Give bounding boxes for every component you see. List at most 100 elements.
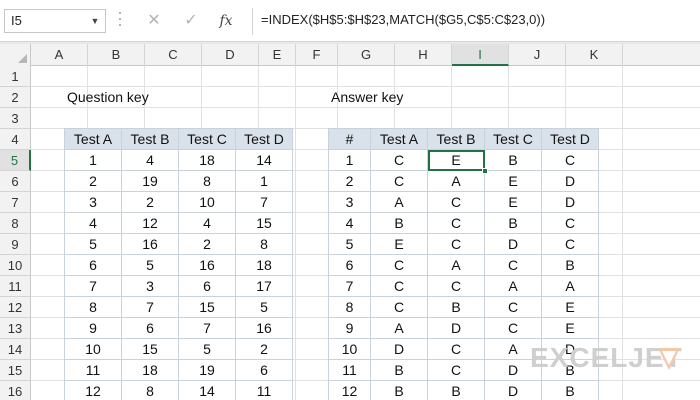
answer-key-cell[interactable]: D	[541, 170, 599, 192]
question-key-cell[interactable]: 2	[64, 170, 122, 192]
answer-key-number-cell[interactable]: 6	[328, 254, 371, 276]
column-header-j[interactable]: J	[509, 44, 566, 66]
question-key-cell[interactable]: 11	[64, 359, 122, 381]
answer-key-cell[interactable]: D	[484, 233, 542, 255]
answer-key-cell[interactable]: C	[484, 254, 542, 276]
question-key-cell[interactable]: 6	[178, 275, 236, 297]
question-key-cell[interactable]: 7	[64, 275, 122, 297]
column-header-f[interactable]: F	[296, 44, 338, 66]
fill-handle[interactable]	[482, 168, 488, 174]
answer-key-number-cell[interactable]: 5	[328, 233, 371, 255]
answer-key-cell[interactable]: B	[541, 254, 599, 276]
row-header-11[interactable]: 11	[0, 276, 31, 297]
row-header-3[interactable]: 3	[0, 108, 31, 129]
question-key-cell[interactable]: 12	[64, 380, 122, 400]
question-key-cell[interactable]: 6	[64, 254, 122, 276]
answer-key-cell[interactable]: C	[427, 275, 485, 297]
question-key-cell[interactable]: 8	[235, 233, 293, 255]
answer-key-cell[interactable]: B	[370, 359, 428, 381]
column-header-b[interactable]: B	[88, 44, 145, 66]
answer-key-cell[interactable]: C	[370, 149, 428, 171]
row-header-9[interactable]: 9	[0, 234, 31, 255]
answer-key-number-cell[interactable]: 9	[328, 317, 371, 339]
row-header-5[interactable]: 5	[0, 150, 31, 171]
question-key-header[interactable]: Test D	[235, 128, 293, 150]
answer-key-cell[interactable]: E	[370, 233, 428, 255]
answer-key-number-cell[interactable]: 1	[328, 149, 371, 171]
answer-key-number-cell[interactable]: 4	[328, 212, 371, 234]
answer-key-number-cell[interactable]: 3	[328, 191, 371, 213]
question-key-cell[interactable]: 12	[121, 212, 179, 234]
question-key-cell[interactable]: 10	[178, 191, 236, 213]
answer-key-cell[interactable]: C	[427, 359, 485, 381]
row-header-16[interactable]: 16	[0, 381, 31, 400]
question-key-header[interactable]: Test B	[121, 128, 179, 150]
question-key-cell[interactable]: 19	[121, 170, 179, 192]
row-header-15[interactable]: 15	[0, 360, 31, 381]
question-key-cell[interactable]: 19	[178, 359, 236, 381]
question-key-cell[interactable]: 16	[121, 233, 179, 255]
answer-key-cell[interactable]: A	[427, 254, 485, 276]
formula-input[interactable]: =INDEX($H$5:$H$23,MATCH($G5,C$5:C$23,0))	[252, 8, 700, 35]
question-key-cell[interactable]: 1	[64, 149, 122, 171]
column-header-d[interactable]: D	[202, 44, 259, 66]
row-header-1[interactable]: 1	[0, 66, 31, 87]
answer-key-cell[interactable]: C	[370, 170, 428, 192]
answer-key-cell[interactable]: C	[370, 296, 428, 318]
question-key-cell[interactable]: 18	[121, 359, 179, 381]
answer-key-cell[interactable]: C	[484, 296, 542, 318]
answer-key-cell[interactable]: C	[541, 212, 599, 234]
question-key-cell[interactable]: 8	[121, 380, 179, 400]
answer-key-cell[interactable]: D	[541, 191, 599, 213]
answer-key-cell[interactable]: C	[484, 317, 542, 339]
question-key-cell[interactable]: 17	[235, 275, 293, 297]
name-box[interactable]: I5 ▼	[4, 9, 106, 33]
question-key-cell[interactable]: 5	[121, 254, 179, 276]
column-header-k[interactable]: K	[566, 44, 623, 66]
question-key-cell[interactable]: 10	[64, 338, 122, 360]
column-header-c[interactable]: C	[145, 44, 202, 66]
answer-key-cell[interactable]: E	[541, 317, 599, 339]
insert-function-icon[interactable]: fx	[214, 10, 238, 32]
answer-key-cell[interactable]: A	[484, 275, 542, 297]
question-key-cell[interactable]: 5	[178, 338, 236, 360]
answer-key-cell[interactable]: B	[484, 149, 542, 171]
answer-key-number-cell[interactable]: 2	[328, 170, 371, 192]
answer-key-cell[interactable]: A	[427, 170, 485, 192]
answer-key-header[interactable]: Test D	[541, 128, 599, 150]
answer-key-cell[interactable]: C	[370, 254, 428, 276]
question-key-cell[interactable]: 15	[235, 212, 293, 234]
active-cell[interactable]: E	[427, 149, 488, 174]
question-key-cell[interactable]: 4	[178, 212, 236, 234]
question-key-cell[interactable]: 7	[121, 296, 179, 318]
row-header-10[interactable]: 10	[0, 255, 31, 276]
answer-key-number-cell[interactable]: 8	[328, 296, 371, 318]
answer-key-cell[interactable]: B	[484, 212, 542, 234]
question-key-cell[interactable]: 5	[64, 233, 122, 255]
answer-key-cell[interactable]: B	[541, 380, 599, 400]
chevron-down-icon[interactable]: ▼	[89, 14, 101, 28]
answer-key-number-cell[interactable]: 7	[328, 275, 371, 297]
row-header-7[interactable]: 7	[0, 192, 31, 213]
row-header-6[interactable]: 6	[0, 171, 31, 192]
column-header-g[interactable]: G	[338, 44, 395, 66]
answer-key-cell[interactable]: E	[484, 191, 542, 213]
question-key-cell[interactable]: 14	[235, 149, 293, 171]
cancel-icon[interactable]: ✕	[142, 10, 166, 32]
question-key-cell[interactable]: 16	[235, 317, 293, 339]
question-key-cell[interactable]: 9	[64, 317, 122, 339]
answer-key-cell[interactable]: A	[370, 191, 428, 213]
answer-key-cell[interactable]: E	[484, 170, 542, 192]
row-header-2[interactable]: 2	[0, 87, 31, 108]
question-key-cell[interactable]: 3	[121, 275, 179, 297]
row-header-4[interactable]: 4	[0, 129, 31, 150]
question-key-cell[interactable]: 18	[178, 149, 236, 171]
question-key-cell[interactable]: 2	[121, 191, 179, 213]
answer-key-header[interactable]: #	[328, 128, 371, 150]
question-key-cell[interactable]: 7	[178, 317, 236, 339]
row-header-12[interactable]: 12	[0, 297, 31, 318]
answer-key-number-cell[interactable]: 11	[328, 359, 371, 381]
row-header-14[interactable]: 14	[0, 339, 31, 360]
question-key-cell[interactable]: 8	[64, 296, 122, 318]
question-key-cell[interactable]: 18	[235, 254, 293, 276]
